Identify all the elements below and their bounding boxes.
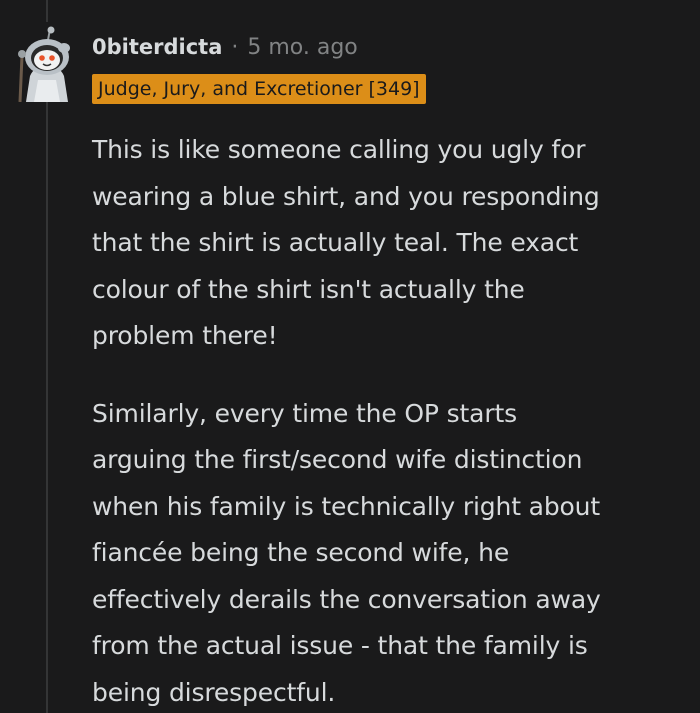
thread-collapse-line[interactable] bbox=[46, 96, 48, 713]
text-line: problem there! bbox=[92, 321, 278, 350]
text-line: Similarly, every time the OP starts bbox=[92, 398, 517, 428]
comment-paragraph: This is like someone calling you ugly fo… bbox=[92, 127, 688, 360]
comment-body: This is like someone calling you ugly fo… bbox=[92, 127, 688, 713]
username-link[interactable]: 0biterdicta bbox=[92, 35, 222, 59]
timestamp-link[interactable]: 5 mo. ago bbox=[247, 35, 357, 60]
text-line: effectively derails the conversation awa… bbox=[92, 584, 601, 614]
user-flair: Judge, Jury, and Excretioner [349] bbox=[92, 74, 426, 104]
text-line: colour of the shirt isn't actually the bbox=[92, 274, 525, 304]
thread-line[interactable] bbox=[46, 0, 48, 22]
text-line: fiancée being the second wife, he bbox=[92, 538, 510, 567]
text-line: being disrespectful. bbox=[92, 677, 336, 707]
separator-dot: · bbox=[231, 34, 239, 60]
text-line: from the actual issue - that the family … bbox=[92, 631, 588, 660]
snoo-avatar-icon[interactable] bbox=[14, 26, 80, 103]
text-line: that the shirt is actually teal. The exa… bbox=[92, 228, 579, 257]
comment-paragraph: Similarly, every time the OP starts argu… bbox=[92, 391, 688, 713]
text-line: wearing a blue shirt, and you responding bbox=[92, 181, 600, 211]
comment-header: 0biterdicta · 5 mo. ago bbox=[92, 33, 358, 61]
text-line: when his family is technically right abo… bbox=[92, 491, 601, 521]
text-line: This is like someone calling you ugly fo… bbox=[92, 135, 586, 164]
text-line: arguing the first/second wife distinctio… bbox=[92, 445, 583, 474]
